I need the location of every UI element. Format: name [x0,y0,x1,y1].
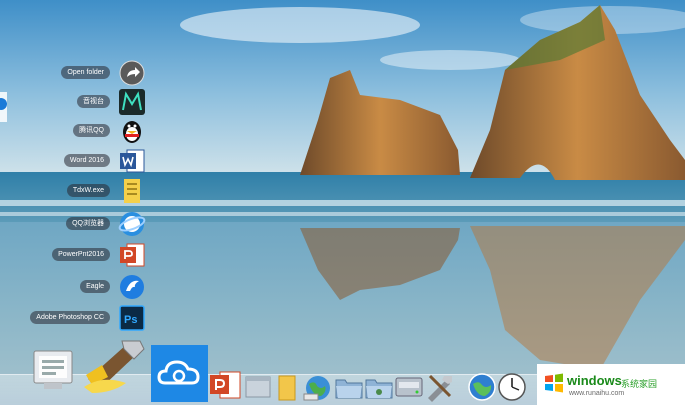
watermark-name: windows [567,373,622,388]
stack-item-label: Open folder [61,66,110,79]
letter-m-icon [118,88,146,116]
document-icon [118,177,146,205]
eagle-icon [118,273,146,301]
internet-globe-icon[interactable] [303,374,333,402]
stack-item-powerpnt-2016[interactable]: PowerPnt2016 [0,241,150,269]
stack-item-open-folder[interactable]: Open folder [0,59,150,87]
cloud-icon[interactable] [151,345,208,402]
stack-item-word-2016[interactable]: Word 2016 [0,147,150,175]
network-globe-icon[interactable] [467,372,497,402]
tools-icon[interactable] [424,372,454,402]
stack-item-label: TdxW.exe [66,184,110,197]
stack-item-qq-browser[interactable]: QQ浏览器 [0,210,150,238]
stack-item-tdxw[interactable]: TdxW.exe [0,177,150,205]
watermark: windows 系统家园 www.runaihu.com [537,364,685,405]
windows-logo-icon [545,373,563,393]
folder-icon[interactable] [334,374,364,400]
watermark-url: www.runaihu.com [569,390,625,397]
stack-item-eagle[interactable]: Eagle [0,273,150,301]
stack-item-label: Adobe Photoshop CC [30,311,110,324]
watermark-chinese-name: 系统家园 [621,380,658,390]
stack-item-label: QQ浏览器 [66,217,110,230]
desktop: Open folder 音视台 腾讯QQ Word 2016 TdxW.exe … [0,0,685,405]
stack-item-label: PowerPnt2016 [52,248,110,261]
stack-item-label: 音视台 [77,95,110,108]
word-icon [118,147,146,175]
partial-app-icon[interactable] [0,92,7,122]
curved-arrow-icon [118,59,146,87]
stack-item-label: Eagle [80,280,110,293]
drive-icon[interactable] [394,374,424,400]
system-preferences-icon[interactable] [30,345,76,395]
stack-item-tencent-qq[interactable]: 腾讯QQ [0,117,150,145]
stack-item-label: Word 2016 [63,154,110,167]
stack-item-yinshitai[interactable]: 音视台 [0,88,150,116]
developer-tools-icon[interactable] [82,335,150,397]
penguin-icon [118,117,146,145]
svg-text:Ps: Ps [124,314,137,326]
photoshop-icon: Ps [118,304,146,332]
clock-icon[interactable] [497,372,527,402]
qq-browser-icon [118,210,146,238]
stack-item-adobe-photoshop-cc[interactable]: Adobe Photoshop CC Ps [0,304,150,332]
folder-icon[interactable] [364,374,394,400]
stack-item-label: 腾讯QQ [73,124,110,137]
powerpoint-icon [118,241,146,269]
window-icon[interactable] [245,375,271,399]
powerpoint-icon[interactable] [209,370,241,400]
folder-icon[interactable] [274,375,300,401]
